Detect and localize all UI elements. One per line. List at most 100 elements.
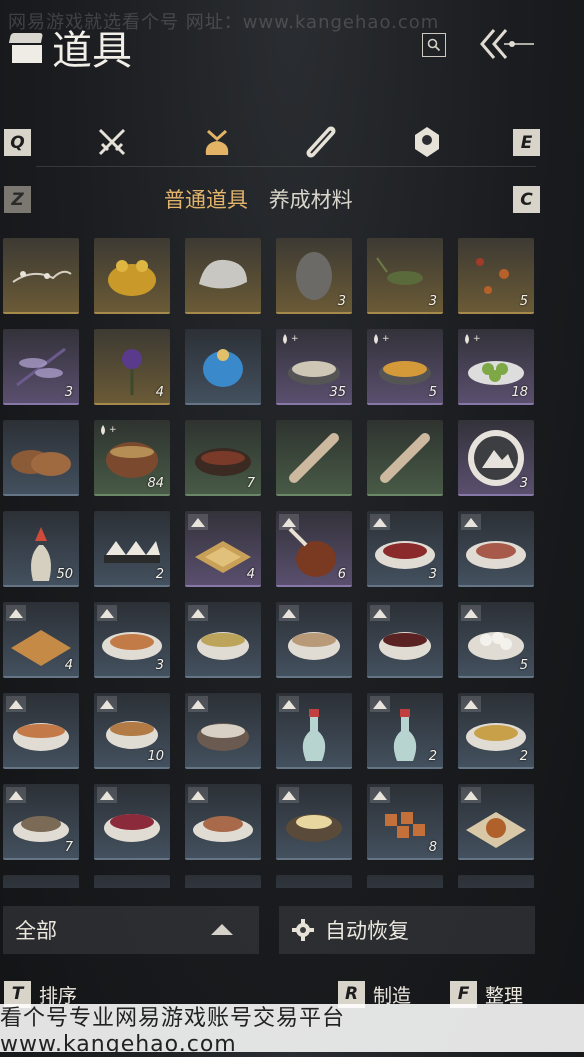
item-quantity: 18 [511, 385, 528, 400]
item-slot[interactable] [185, 784, 261, 860]
scroll-icon [306, 126, 336, 158]
item-slot[interactable] [185, 875, 261, 888]
item-slot[interactable]: 50 [3, 511, 79, 587]
auto-restore-button[interactable]: 自动恢复 [279, 906, 535, 954]
blue-pouch-icon [203, 349, 243, 387]
item-slot[interactable]: 4 [3, 602, 79, 678]
tab-scrolls[interactable] [300, 120, 344, 164]
item-quantity: 3 [428, 294, 437, 309]
key-q[interactable]: Q [4, 129, 31, 156]
mount-badge-icon [188, 787, 208, 803]
drop-badge-icon: + [97, 423, 117, 439]
item-slot[interactable] [367, 420, 443, 496]
item-slot[interactable]: 6 [276, 511, 352, 587]
subtab-materials[interactable]: 养成材料 [269, 184, 353, 214]
item-slot[interactable]: 3 [367, 511, 443, 587]
filter-dropdown[interactable]: 全部 [3, 906, 259, 954]
item-slot[interactable]: 5 [458, 602, 534, 678]
gear-icon [292, 919, 314, 941]
item-slot[interactable]: +35 [276, 329, 352, 405]
tab-weapons[interactable] [90, 120, 134, 164]
item-slot[interactable] [94, 875, 170, 888]
item-slot[interactable] [185, 329, 261, 405]
item-slot[interactable]: 8 [367, 784, 443, 860]
mount-badge-icon [370, 514, 390, 530]
scroll-icon [289, 433, 339, 483]
item-slot[interactable] [367, 602, 443, 678]
item-slot[interactable]: 2 [94, 511, 170, 587]
item-slot[interactable] [276, 602, 352, 678]
item-slot[interactable]: +18 [458, 329, 534, 405]
item-quantity: 4 [155, 385, 164, 400]
item-slot[interactable] [276, 784, 352, 860]
subtabs: 普通道具 养成材料 [164, 184, 367, 214]
mount-badge-icon [279, 605, 299, 621]
item-quantity: 4 [246, 567, 255, 582]
item-slot[interactable]: 3 [94, 602, 170, 678]
toad-icon [108, 260, 156, 296]
page-title: 道具 [52, 28, 132, 74]
mount-badge-icon [6, 605, 26, 621]
mount-badge-icon [461, 605, 481, 621]
key-e[interactable]: E [513, 129, 540, 156]
item-slot[interactable]: 3 [276, 238, 352, 314]
item-slot[interactable] [185, 693, 261, 769]
subtab-normal-items[interactable]: 普通道具 [164, 184, 248, 214]
search-icon [427, 38, 441, 52]
item-slot[interactable] [94, 238, 170, 314]
crossed-swords-icon [98, 128, 126, 156]
item-quantity: 6 [337, 567, 346, 582]
item-slot[interactable]: 7 [3, 784, 79, 860]
item-slot[interactable] [94, 784, 170, 860]
item-slot[interactable]: 3 [458, 420, 534, 496]
back-button[interactable] [478, 26, 538, 62]
item-quantity: 7 [246, 476, 255, 491]
mount-badge-icon [279, 696, 299, 712]
key-c[interactable]: C [513, 186, 540, 213]
item-slot[interactable] [3, 420, 79, 496]
item-quantity: 3 [64, 385, 73, 400]
item-slot[interactable] [276, 693, 352, 769]
item-slot[interactable] [458, 511, 534, 587]
key-z[interactable]: Z [4, 186, 31, 213]
category-tabs [80, 120, 500, 166]
item-slot[interactable] [185, 602, 261, 678]
item-slot[interactable]: 2 [367, 693, 443, 769]
bread-icon [11, 450, 71, 476]
search-button[interactable] [422, 33, 446, 57]
drop-badge-icon: + [279, 332, 299, 348]
item-slot[interactable]: 7 [185, 420, 261, 496]
item-quantity: 2 [155, 567, 164, 582]
mount-badge-icon [97, 696, 117, 712]
item-slot[interactable]: +84 [94, 420, 170, 496]
item-slot[interactable]: 3 [3, 329, 79, 405]
item-slot[interactable]: 4 [185, 511, 261, 587]
item-slot[interactable]: 3 [367, 238, 443, 314]
mount-badge-icon [370, 696, 390, 712]
item-slot[interactable] [3, 875, 79, 888]
tab-items[interactable] [195, 120, 239, 164]
item-slot[interactable] [3, 693, 79, 769]
item-slot[interactable]: 10 [94, 693, 170, 769]
item-grid: 3 3 5 3 4 +35 +5 +18 +84 7 3 50 2 4 6 3 4 3 5 10 2 2 7 8 [3, 238, 583, 888]
mount-badge-icon [461, 787, 481, 803]
item-slot[interactable] [185, 238, 261, 314]
mount-badge-icon [279, 514, 299, 530]
tab-misc[interactable] [405, 120, 449, 164]
item-slot[interactable]: 2 [458, 693, 534, 769]
item-slot[interactable]: +5 [367, 329, 443, 405]
item-slot[interactable] [276, 875, 352, 888]
item-slot[interactable] [458, 875, 534, 888]
gem-icon [415, 127, 439, 157]
item-slot[interactable]: 5 [458, 238, 534, 314]
item-quantity: 3 [337, 294, 346, 309]
item-slot[interactable] [276, 420, 352, 496]
scroll-icon [380, 433, 430, 483]
svg-text:+: + [291, 334, 299, 344]
item-quantity: 2 [519, 749, 528, 764]
mount-badge-icon [97, 787, 117, 803]
item-slot[interactable]: 4 [94, 329, 170, 405]
item-slot[interactable] [367, 875, 443, 888]
item-slot[interactable] [3, 238, 79, 314]
item-slot[interactable] [458, 784, 534, 860]
